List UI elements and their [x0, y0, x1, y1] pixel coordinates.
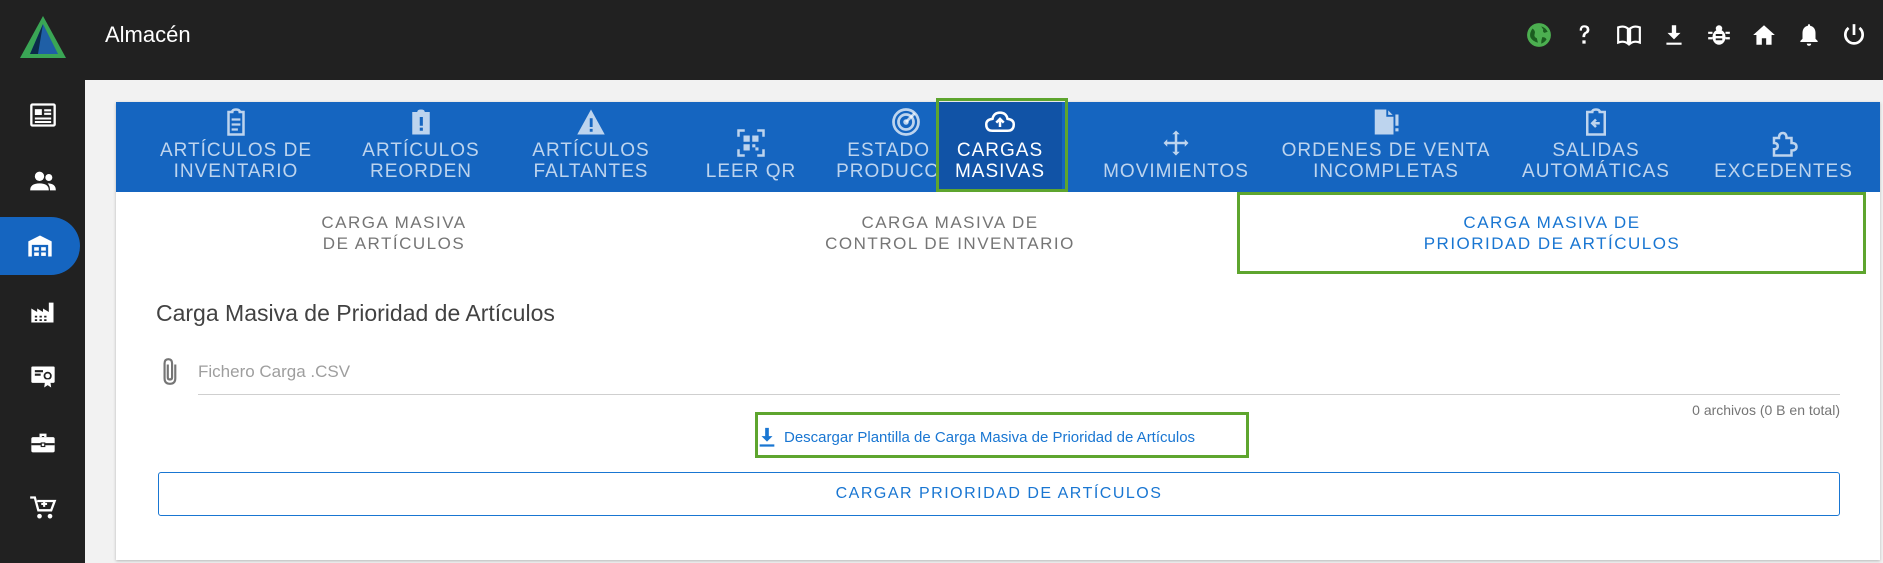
- download-template-link[interactable]: Descargar Plantilla de Carga Masiva de P…: [756, 420, 1236, 454]
- paperclip-icon[interactable]: [158, 357, 184, 387]
- tab-leer-qr[interactable]: LEER QR: [676, 102, 826, 192]
- subtab-carga-masiva-control-inventario[interactable]: CARGA MASIVA DE CONTROL DE INVENTARIO: [672, 192, 1228, 274]
- tab-excedentes[interactable]: EXCEDENTES: [1696, 102, 1871, 192]
- subtab-carga-masiva-prioridad-articulos[interactable]: CARGA MASIVA DE PRIORIDAD DE ARTÍCULOS: [1240, 192, 1864, 274]
- bell-icon[interactable]: [1794, 20, 1824, 50]
- clipboard-icon: [227, 108, 245, 136]
- section-title: Carga Masiva de Prioridad de Artículos: [156, 300, 555, 326]
- top-app-bar: Almacén: [0, 0, 1883, 80]
- file-input-placeholder: Fichero Carga .CSV: [198, 362, 351, 381]
- move-arrows-icon: [1163, 130, 1189, 156]
- certificate-icon: [30, 366, 55, 388]
- briefcase-icon: [30, 433, 55, 453]
- app-title: Almacén: [105, 22, 191, 47]
- main-tabs: ARTÍCULOS DE INVENTARIO ARTÍCULOS REORDE…: [116, 102, 1880, 192]
- tab-articulos-reorden[interactable]: ARTÍCULOS REORDEN: [336, 102, 506, 192]
- tab-articulos-faltantes[interactable]: ARTÍCULOS FALTANTES: [506, 102, 676, 192]
- clipboard-alert-icon: [412, 109, 430, 135]
- factory-icon: [30, 302, 53, 323]
- upload-priority-button[interactable]: CARGAR PRIORIDAD DE ARTÍCULOS: [158, 472, 1840, 516]
- download-template-label: Descargar Plantilla de Carga Masiva de P…: [784, 428, 1196, 446]
- bug-icon[interactable]: [1704, 20, 1734, 50]
- globe-icon[interactable]: [1524, 20, 1554, 50]
- power-icon[interactable]: [1839, 20, 1869, 50]
- tab-cargas-masivas[interactable]: CARGAS MASIVAS: [938, 102, 1062, 192]
- file-alert-icon: [1374, 109, 1399, 135]
- cloud-upload-icon: [985, 111, 1015, 132]
- app-logo: [20, 16, 66, 58]
- csv-file-input[interactable]: Fichero Carga .CSV: [156, 352, 1840, 398]
- file-counter: 0 archivos (0 B en total): [1692, 402, 1840, 418]
- tab-ordenes-venta-incompletas[interactable]: ORDENES DE VENTA INCOMPLETAS: [1276, 102, 1496, 192]
- sidebar-item-briefcase[interactable]: [0, 414, 85, 472]
- news-icon: [29, 103, 56, 127]
- sidebar-item-factory[interactable]: [0, 283, 85, 341]
- sidebar-item-news[interactable]: [0, 86, 85, 144]
- top-toolbar: [1509, 20, 1869, 50]
- sidebar-nav: [0, 80, 85, 563]
- download-icon[interactable]: [1659, 20, 1689, 50]
- tab-salidas-automaticas[interactable]: SALIDAS AUTOMÁTICAS: [1496, 102, 1696, 192]
- subtab-carga-masiva-articulos[interactable]: CARGA MASIVA DE ARTÍCULOS: [116, 192, 672, 274]
- sidebar-item-certificate[interactable]: [0, 348, 85, 406]
- sidebar-item-cart[interactable]: [0, 479, 85, 537]
- home-icon[interactable]: [1749, 20, 1779, 50]
- book-icon[interactable]: [1614, 20, 1644, 50]
- tab-movimientos[interactable]: MOVIMIENTOS: [1076, 102, 1276, 192]
- warning-icon: [577, 109, 605, 135]
- people-icon: [29, 171, 56, 191]
- sidebar-item-warehouse[interactable]: [0, 217, 80, 275]
- download-icon: [759, 427, 775, 447]
- content-card: ARTÍCULOS DE INVENTARIO ARTÍCULOS REORDE…: [116, 102, 1880, 560]
- radar-icon: [892, 108, 920, 136]
- help-icon[interactable]: [1569, 20, 1599, 50]
- sidebar-item-people[interactable]: [0, 152, 85, 210]
- puzzle-icon: [1772, 131, 1798, 157]
- tab-articulos-inventario[interactable]: ARTÍCULOS DE INVENTARIO: [136, 102, 336, 192]
- clipboard-arrow-icon: [1586, 108, 1606, 136]
- warehouse-icon: [28, 235, 52, 257]
- file-input-underline: [198, 394, 1840, 395]
- qr-scan-icon: [737, 129, 765, 157]
- cart-icon: [29, 496, 56, 519]
